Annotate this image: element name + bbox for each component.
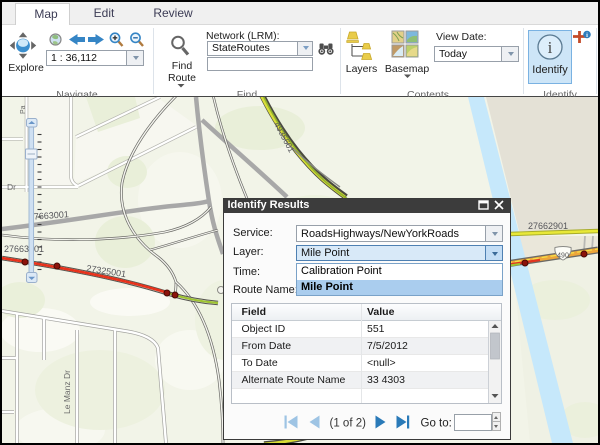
svg-text:i: i [548, 38, 553, 57]
svg-text:Dr: Dr [7, 182, 16, 192]
svg-text:Le Manz Dr: Le Manz Dr [62, 370, 72, 414]
svg-text:(1 of 2): (1 of 2) [329, 418, 366, 430]
svg-text:Pa: Pa [20, 105, 27, 114]
svg-text:27662901: 27662901 [528, 221, 568, 231]
svg-text:27663101: 27663101 [4, 244, 44, 254]
svg-text:490: 490 [557, 253, 569, 260]
svg-text:i: i [586, 32, 588, 39]
svg-text:Go to:: Go to: [420, 418, 451, 430]
